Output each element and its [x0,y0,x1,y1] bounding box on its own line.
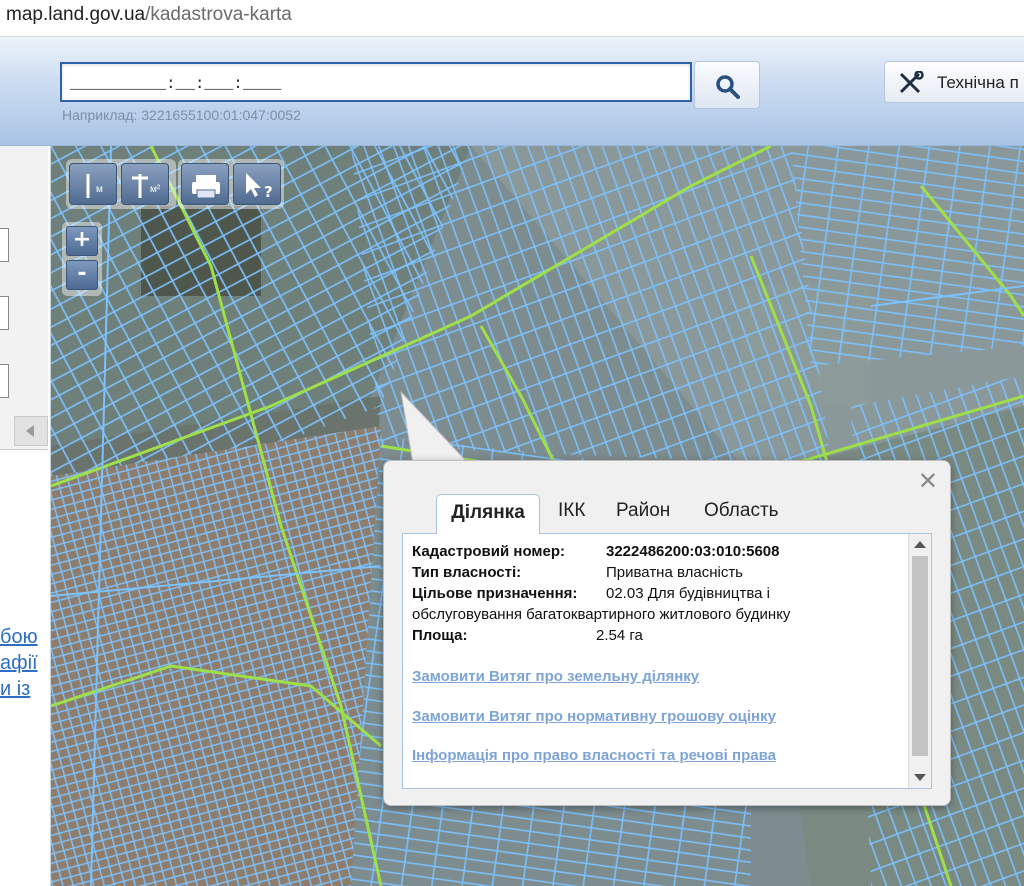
tools-icon [899,71,924,94]
left-panel-form [0,146,48,450]
close-icon[interactable]: ✕ [918,469,938,493]
tab-ikk[interactable]: ІКК [558,496,585,536]
scroll-up-arrow-icon[interactable] [914,541,926,548]
left-panel-link-2[interactable]: афії [0,652,38,675]
search-example-hint: Наприклад: 3221655100:01:047:0052 [62,107,301,123]
left-panel-link-1[interactable]: бою [0,626,38,649]
search-button[interactable] [694,61,760,109]
details-scrollbar[interactable] [908,534,931,788]
cadastral-search-box[interactable] [60,62,692,102]
ruler-area-icon [132,174,148,198]
parcel-info-popup: ✕ Ділянка ІКК Район Область Кадастровий … [383,460,951,806]
ruler-length-icon [86,174,90,198]
tech-support-label: Технічна п [937,73,1019,92]
purpose-value-continued: обслуговування багатоквартирного житлово… [412,606,791,623]
area-unit-label: м² [150,184,161,195]
parcel-details: Кадастровий номер: 3222486200:03:010:560… [402,533,932,789]
purpose-value: 02.03 Для будівництва і [606,585,770,602]
cadastral-number-value: 3222486200:03:010:5608 [606,543,780,560]
measure-area-button[interactable]: м² [121,163,169,205]
print-button[interactable] [181,163,229,205]
zoom-out-button[interactable]: - [66,260,98,290]
url-text[interactable]: map.land.gov.ua/kadastrova-karta [6,4,292,26]
scrollbar-thumb[interactable] [912,556,928,756]
identify-button[interactable]: ? [233,163,281,205]
zoom-control: + - [62,222,102,296]
area-label: Площа: [412,627,468,644]
purpose-label: Цільове призначення: [412,585,578,602]
print-info-toolbar: ? [178,159,284,209]
zoom-in-button[interactable]: + [66,226,98,256]
left-panel-field-3[interactable] [0,364,9,398]
measure-length-button[interactable]: м [69,163,117,205]
tab-region[interactable]: Область [704,496,779,536]
cursor-help-icon: ? [246,173,273,201]
ownership-type-label: Тип власності: [412,564,522,581]
ownership-rights-info-link[interactable]: Інформація про право власності та речові… [412,747,776,764]
area-value: 2.54 га [596,627,643,644]
left-panel-link-3[interactable]: и із [0,678,30,701]
length-unit-label: м [96,184,103,195]
measure-toolbar: м м² [66,159,176,209]
ownership-type-value: Приватна власність [606,564,743,581]
printer-icon [192,175,220,199]
tab-parcel[interactable]: Ділянка [436,494,540,534]
left-panel-field-1[interactable] [0,228,9,262]
cadastral-search-input[interactable] [68,70,672,98]
scroll-down-arrow-icon[interactable] [914,774,926,781]
tab-district[interactable]: Район [616,496,670,536]
left-panel-field-2[interactable] [0,296,9,330]
scroll-left-button[interactable] [14,416,48,446]
order-valuation-extract-link[interactable]: Замовити Витяг про нормативну грошову оц… [412,708,776,725]
left-side-panel: бою афії и із [0,146,51,886]
svg-text:?: ? [264,183,273,201]
tech-support-button[interactable]: Технічна п [884,61,1024,103]
cadastral-number-label: Кадастровий номер: [412,543,566,560]
search-icon [716,75,740,99]
browser-url-bar[interactable]: map.land.gov.ua/kadastrova-karta [0,0,1024,37]
order-parcel-extract-link[interactable]: Замовити Витяг про земельну ділянку [412,668,699,685]
